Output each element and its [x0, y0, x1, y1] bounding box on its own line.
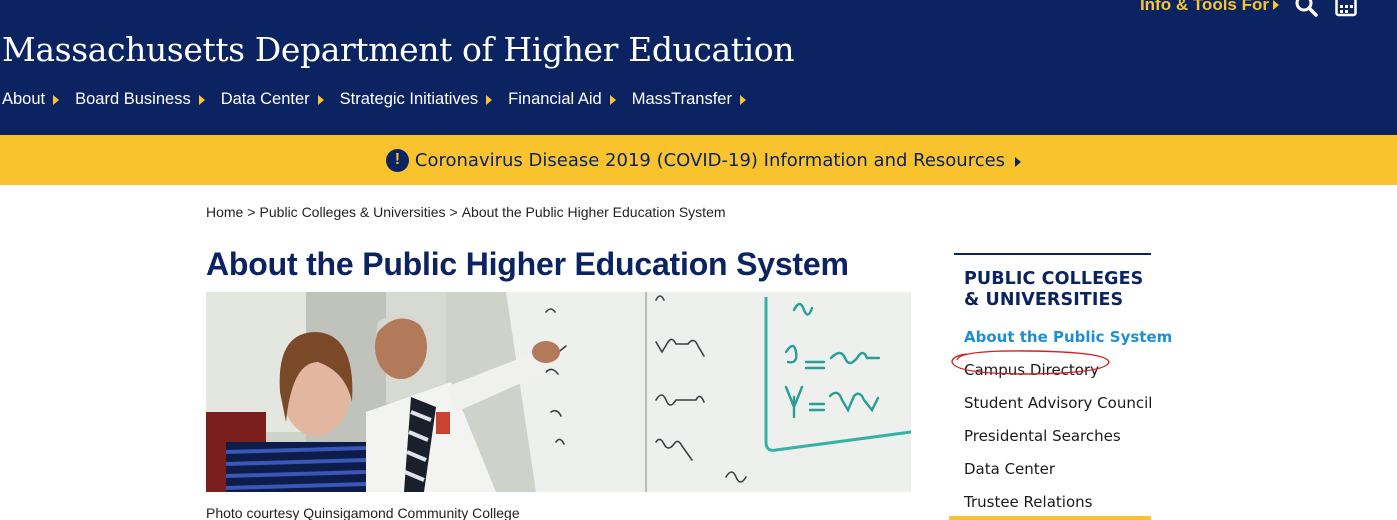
breadcrumb-public-colleges[interactable]: Public Colleges & Universities: [260, 204, 446, 220]
nav-item-masstransfer[interactable]: MassTransfer: [632, 90, 746, 109]
breadcrumb-current: About the Public Higher Education System: [461, 204, 726, 220]
site-title[interactable]: Massachusetts Department of Higher Educa…: [2, 30, 794, 69]
sidebar-item-presidental-searches[interactable]: Presidental Searches: [964, 420, 1151, 453]
search-icon[interactable]: [1293, 0, 1319, 18]
caret-right-icon: [317, 94, 324, 105]
sidebar-item-campus-directory[interactable]: Campus Directory: [964, 354, 1151, 387]
nav-label: MassTransfer: [631, 90, 732, 108]
caret-right-icon: [1273, 0, 1279, 10]
site-header: Info & Tools For Massachusetts Departmen…: [0, 0, 1397, 135]
sidebar-item-about-public-system[interactable]: About the Public System: [964, 321, 1172, 354]
nav-label: About: [2, 90, 46, 108]
nav-item-board-business[interactable]: Board Business: [75, 90, 205, 109]
caret-right-icon: [486, 94, 493, 105]
sidebar-item-trustee-relations[interactable]: Trustee Relations: [964, 486, 1151, 519]
breadcrumb-home[interactable]: Home: [206, 204, 243, 220]
calendar-icon[interactable]: [1333, 0, 1359, 18]
nav-item-financial-aid[interactable]: Financial Aid: [508, 90, 616, 109]
main-nav: About Board Business Data Center Strateg…: [2, 90, 746, 109]
info-tools-label: Info & Tools For: [1139, 0, 1269, 14]
nav-item-data-center[interactable]: Data Center: [221, 90, 324, 109]
breadcrumb-separator: >: [449, 204, 458, 220]
sidebar: PUBLIC COLLEGES & UNIVERSITIES About the…: [954, 253, 1172, 519]
breadcrumb: Home > Public Colleges & Universities > …: [206, 204, 726, 220]
info-tools-link[interactable]: Info & Tools For: [1140, 0, 1279, 15]
nav-label: Board Business: [75, 90, 191, 108]
covid-alert-banner: ! Coronavirus Disease 2019 (COVID-19) In…: [0, 135, 1397, 185]
breadcrumb-separator: >: [247, 204, 256, 220]
photo-caption: Photo courtesy Quinsigamond Community Co…: [206, 505, 520, 520]
classroom-photo: [206, 292, 911, 492]
alert-text: Coronavirus Disease 2019 (COVID-19) Info…: [414, 149, 1006, 171]
covid-alert-link[interactable]: ! Coronavirus Disease 2019 (COVID-19) In…: [385, 148, 1022, 172]
sidebar-item-student-advisory-council[interactable]: Student Advisory Council: [964, 387, 1152, 420]
caret-right-icon: [198, 94, 205, 105]
utility-bar: Info & Tools For: [1140, 0, 1359, 18]
caret-right-icon: [1015, 156, 1022, 167]
page-title: About the Public Higher Education System: [206, 246, 849, 282]
sidebar-divider: [954, 253, 1151, 255]
sidebar-list: About the Public System Campus Directory…: [964, 321, 1172, 519]
sidebar-item-data-center[interactable]: Data Center: [964, 453, 1151, 486]
nav-label: Strategic Initiatives: [339, 90, 479, 108]
exclamation-icon: !: [385, 148, 409, 172]
nav-label: Financial Aid: [508, 90, 602, 108]
nav-label: Data Center: [220, 90, 310, 108]
caret-right-icon: [609, 94, 616, 105]
caret-right-icon: [739, 94, 746, 105]
sidebar-heading[interactable]: PUBLIC COLLEGES & UNIVERSITIES: [964, 269, 1151, 311]
caret-right-icon: [53, 94, 60, 105]
nav-item-about[interactable]: About: [2, 90, 60, 109]
nav-item-strategic-initiatives[interactable]: Strategic Initiatives: [339, 90, 493, 109]
sidebar-bottom-bar: [949, 516, 1151, 520]
